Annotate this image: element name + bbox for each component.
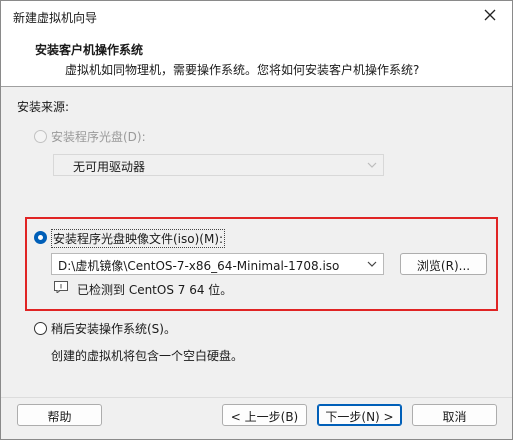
disc-drive-select[interactable]: 无可用驱动器 [53, 154, 384, 176]
install-later-label[interactable]: 稍后安装操作系统(S)。 [51, 320, 176, 337]
chevron-down-icon [367, 261, 377, 267]
page-title: 安装客户机操作系统 [35, 43, 144, 57]
footer-divider [1, 397, 512, 398]
disc-radio[interactable] [34, 130, 47, 143]
browse-button[interactable]: 浏览(R)... [400, 253, 487, 275]
help-button[interactable]: 帮助 [17, 404, 102, 426]
install-later-description: 创建的虚拟机将包含一个空白硬盘。 [51, 349, 244, 363]
iso-path-value: D:\虚机镜像\CentOS-7-x86_64-Minimal-1708.iso [58, 259, 340, 273]
install-source-label: 安装来源: [17, 100, 70, 114]
disc-option-label: 安装程序光盘(D): [51, 130, 146, 144]
install-later-radio[interactable] [34, 322, 47, 335]
detected-os-text: 已检测到 CentOS 7 64 位。 [77, 283, 233, 297]
chevron-down-icon [367, 162, 377, 168]
close-icon[interactable] [482, 7, 498, 23]
wizard-window: 新建虚拟机向导 安装客户机操作系统 虚拟机如同物理机，需要操作系统。您将如何安装… [0, 0, 513, 440]
window-title: 新建虚拟机向导 [13, 11, 98, 25]
wizard-header: 安装客户机操作系统 虚拟机如同物理机，需要操作系统。您将如何安装客户机操作系统? [1, 31, 512, 87]
title-bar: 新建虚拟机向导 [1, 1, 512, 31]
cancel-button[interactable]: 取消 [412, 404, 497, 426]
iso-path-select[interactable]: D:\虚机镜像\CentOS-7-x86_64-Minimal-1708.iso [51, 253, 384, 275]
disc-drive-value: 无可用驱动器 [73, 160, 146, 174]
back-button[interactable]: < 上一步(B) [222, 404, 307, 426]
next-button[interactable]: 下一步(N) > [317, 404, 402, 426]
info-icon [54, 281, 68, 293]
page-subtitle: 虚拟机如同物理机，需要操作系统。您将如何安装客户机操作系统? [65, 63, 420, 77]
iso-option-label[interactable]: 安装程序光盘映像文件(iso)(M): [51, 229, 226, 248]
iso-radio[interactable] [34, 231, 47, 244]
